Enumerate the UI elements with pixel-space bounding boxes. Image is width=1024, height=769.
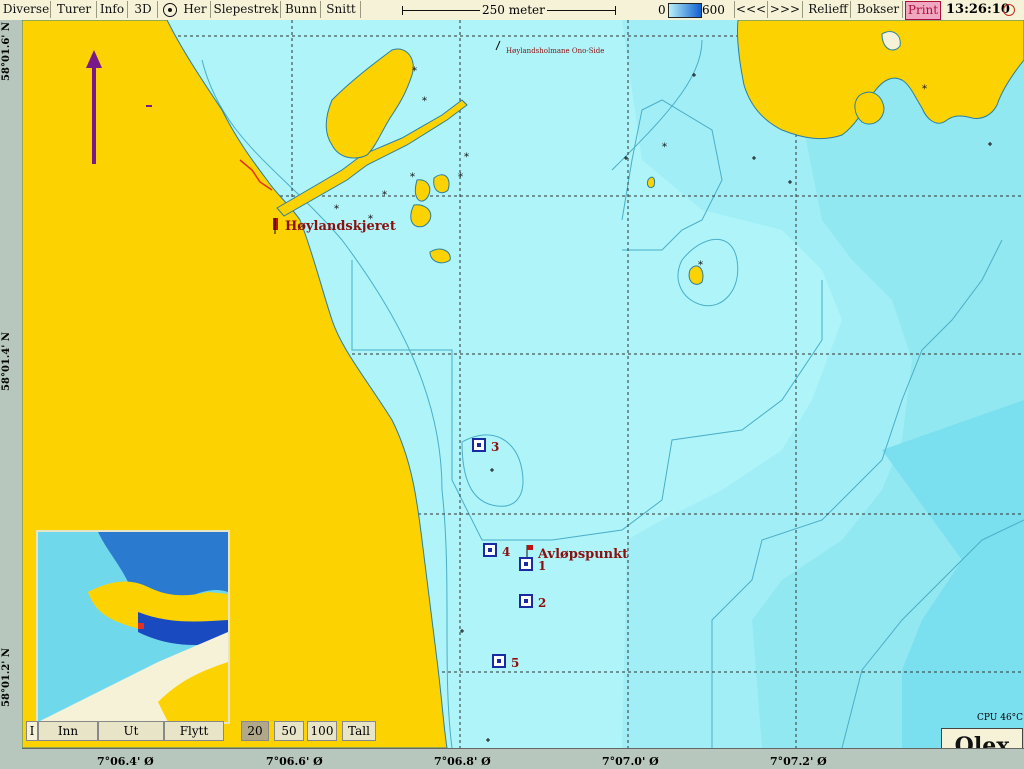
toolbar: Diverse Turer Info 3D Her Slepestrek Bun…	[0, 0, 1024, 21]
zoom-out-button[interactable]: Ut	[98, 721, 164, 741]
menu-info-button[interactable]: Info	[97, 1, 128, 18]
svg-text:*: *	[662, 142, 667, 153]
svg-text:*: *	[334, 204, 339, 215]
zoom-in-button[interactable]: Inn	[38, 721, 98, 741]
svg-text:*: *	[410, 172, 415, 183]
move-button[interactable]: Flytt	[164, 721, 224, 741]
scale-50-button[interactable]: 50	[274, 721, 304, 741]
svg-text:*: *	[458, 172, 463, 183]
target-icon[interactable]	[163, 3, 177, 17]
svg-text:*: *	[698, 260, 703, 271]
boxes-button[interactable]: Bokser	[854, 1, 903, 18]
sun-icon[interactable]	[1003, 4, 1015, 16]
lon-label: 7°07.2' Ø	[770, 755, 827, 768]
scale-100-button[interactable]: 100	[307, 721, 337, 741]
lon-label: 7°06.6' Ø	[266, 755, 323, 768]
place-label-hoylandsholmane: Høylandsholmane Ono-Side	[506, 47, 604, 55]
lon-label: 7°06.4' Ø	[97, 755, 154, 768]
menu-her-button[interactable]: Her	[180, 1, 211, 18]
scale-label: 250 meter	[480, 3, 547, 17]
menu-snitt-button[interactable]: Snitt	[322, 1, 361, 18]
islet	[414, 179, 431, 202]
place-label-avlopspunkt: Avløpspunkt	[537, 547, 628, 562]
lon-label: 7°06.8' Ø	[434, 755, 491, 768]
overview-minimap[interactable]	[36, 530, 230, 724]
place-label-hoylandskjeret: Høylandskjeret	[285, 219, 396, 234]
marker-4[interactable]	[483, 543, 497, 557]
svg-text:*: *	[422, 96, 427, 107]
depth-scale-min: 0	[658, 3, 666, 17]
marker-label-3: 3	[491, 440, 499, 454]
clock: 13:26:10	[946, 2, 1010, 17]
marker-1[interactable]	[519, 557, 533, 571]
menu-turer-button[interactable]: Turer	[52, 1, 97, 18]
north-arrow-icon	[86, 50, 152, 164]
menu-diverse-button[interactable]: Diverse	[2, 1, 51, 18]
marker-2[interactable]	[519, 594, 533, 608]
menu-bunn-button[interactable]: Bunn	[282, 1, 321, 18]
menu-3d-button[interactable]: 3D	[129, 1, 158, 18]
prev-button[interactable]: <<<	[734, 1, 768, 18]
marker-5[interactable]	[492, 654, 506, 668]
next-button[interactable]: >>>	[768, 1, 803, 18]
scale-20-button[interactable]: 20	[241, 721, 269, 741]
depth-scale-max: 600	[702, 3, 725, 17]
islet	[410, 204, 432, 228]
marker-label-5: 5	[511, 656, 519, 670]
longitude-axis: 7°06.4' Ø 7°06.6' Ø 7°06.8' Ø 7°07.0' Ø …	[22, 748, 1024, 769]
menu-slepestrek-button[interactable]: Slepestrek	[212, 1, 281, 18]
lon-label: 7°07.0' Ø	[602, 755, 659, 768]
print-button[interactable]: Print	[905, 1, 941, 20]
depth-scale-gradient[interactable]	[668, 3, 702, 18]
latitude-axis: 58°01.6' N 58°01.4' N 58°01.2' N	[0, 20, 23, 748]
islet	[433, 174, 450, 194]
relief-button[interactable]: Relieff	[806, 1, 851, 18]
lat-label: 58°01.4' N	[1, 332, 12, 391]
minimap-left-label: I	[26, 721, 38, 741]
svg-text:*: *	[412, 66, 417, 77]
marker-3[interactable]	[472, 438, 486, 452]
islet	[647, 176, 655, 189]
tall-button[interactable]: Tall	[342, 721, 376, 741]
marker-label-1: 1	[538, 559, 546, 573]
svg-text:*: *	[922, 84, 927, 95]
islet	[854, 91, 885, 125]
svg-text:*: *	[382, 190, 387, 201]
lat-label: 58°01.6' N	[1, 22, 12, 81]
marker-label-2: 2	[538, 596, 546, 610]
marker-label-4: 4	[502, 545, 510, 559]
lat-label: 58°01.2' N	[1, 648, 12, 707]
cpu-temperature: CPU 46°C	[977, 713, 1024, 723]
svg-text:*: *	[464, 152, 469, 163]
